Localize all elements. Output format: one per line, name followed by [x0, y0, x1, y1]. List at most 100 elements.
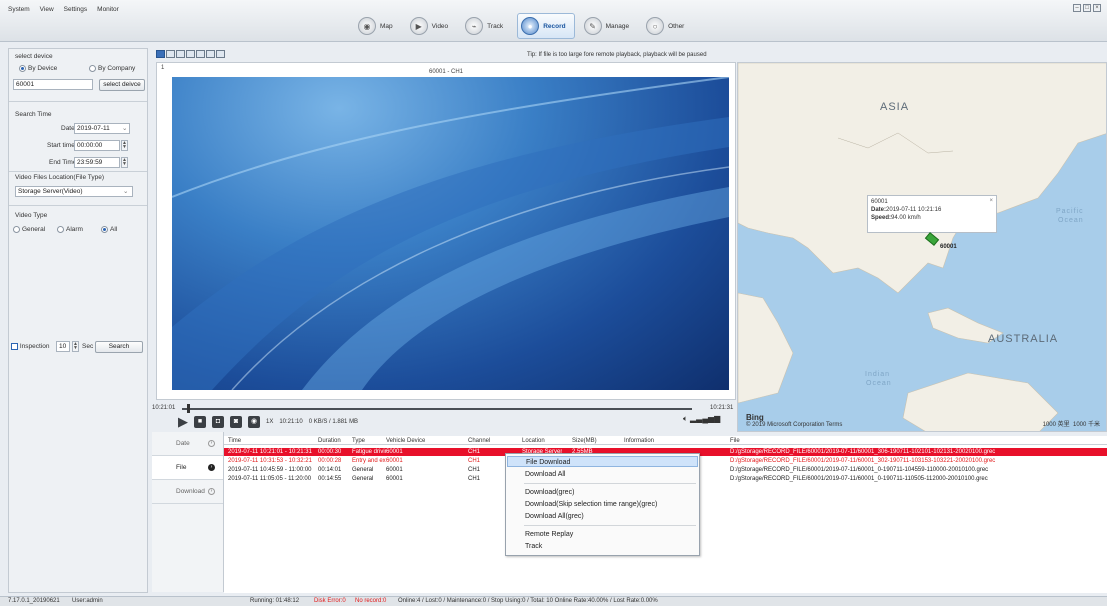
tab-date[interactable]: Date ›	[152, 432, 223, 456]
chevron-down-icon[interactable]: ⌄	[122, 124, 127, 132]
cell-time: 2019-07-11 11:05:05 - 11:20:00	[228, 476, 312, 482]
snapshot-icon[interactable]: ◉	[248, 416, 260, 428]
file-location-select[interactable]: Storage Server(Video)	[15, 186, 133, 197]
menu-item-download-grec[interactable]: Download(grec)	[507, 487, 698, 498]
cell-time: 2019-07-11 10:21:01 - 10:21:31	[228, 449, 312, 455]
fullscreen-icon[interactable]	[216, 50, 225, 58]
end-time-stepper[interactable]: ▲ ▼	[121, 157, 128, 168]
stop-icon[interactable]: ■	[194, 416, 206, 428]
maximize-icon[interactable]: □	[1083, 4, 1091, 12]
map-scale: 1000 英里 1000 千米	[1043, 419, 1100, 428]
popup-speed-label: Speed:	[871, 215, 892, 221]
video-icon: ▶	[409, 17, 428, 35]
map-copyright[interactable]: © 2019 Microsoft Corporation Terms	[746, 422, 842, 428]
menu-system[interactable]: System	[8, 6, 30, 13]
cell-time: 2019-07-11 10:31:53 - 10:32:21	[228, 458, 312, 464]
menu-item-track[interactable]: Track	[507, 541, 698, 552]
header-type[interactable]: Type	[352, 437, 365, 445]
cell-type: General	[352, 476, 374, 482]
menu-item-file-download[interactable]: File Download	[507, 456, 698, 467]
device-field[interactable]: 60001	[13, 79, 93, 90]
divider	[9, 171, 147, 172]
start-time-label: Start time	[47, 142, 75, 149]
menu-item-download-all[interactable]: Download All	[507, 469, 698, 480]
close-icon[interactable]: ×	[989, 197, 993, 205]
header-time[interactable]: Time	[228, 437, 241, 445]
type-alarm-radio[interactable]: Alarm	[57, 226, 83, 233]
start-time-readout: 10:21:01	[152, 405, 176, 411]
chevron-right-icon: ›	[208, 464, 215, 471]
video-screen[interactable]	[172, 77, 729, 390]
menu-item-download-all-grec[interactable]: Download All(grec)	[507, 511, 698, 522]
by-device-radio[interactable]: By Device	[19, 65, 57, 72]
select-device-button[interactable]: select deivce	[99, 79, 145, 91]
type-general-radio[interactable]: General	[13, 226, 45, 233]
cell-vehicle: 60001	[386, 449, 403, 455]
popup-date-label: Date:	[871, 207, 887, 213]
layout-8-icon[interactable]	[186, 50, 195, 58]
layout-16-icon[interactable]	[206, 50, 215, 58]
start-time-stepper[interactable]: ▲ ▼	[121, 140, 128, 151]
cell-duration: 00:14:55	[318, 476, 342, 482]
tab-date-label: Date	[176, 440, 190, 447]
menu-view[interactable]: View	[40, 6, 54, 13]
tab-video[interactable]: ▶ Video	[407, 13, 457, 39]
popup-date: 2019-07-11 10:21:16	[886, 207, 942, 213]
end-time-field[interactable]: 23:59:59	[74, 157, 120, 168]
tab-track[interactable]: ⌁ Track	[462, 13, 511, 39]
header-information[interactable]: Information	[624, 437, 654, 445]
header-location[interactable]: Location	[522, 437, 545, 445]
tab-other[interactable]: ○ Other	[643, 13, 692, 39]
inspection-field[interactable]: 10	[56, 341, 70, 352]
tab-file[interactable]: File ›	[152, 456, 223, 480]
type-all-radio[interactable]: All	[101, 226, 117, 233]
end-time-readout: 10:21:31	[710, 405, 734, 411]
tab-map[interactable]: ◉ Map	[355, 13, 401, 39]
header-channel[interactable]: Channel	[468, 437, 490, 445]
menu-separator	[524, 525, 696, 526]
select-device-heading: select device	[15, 53, 53, 60]
map-label-indian: Indian	[865, 371, 891, 378]
header-duration[interactable]: Duration	[318, 437, 341, 445]
by-company-label: By Company	[98, 65, 136, 73]
scale-miles: 1000 英里	[1042, 422, 1070, 428]
slow-icon[interactable]: ◙	[230, 416, 242, 428]
layout-4-icon[interactable]	[166, 50, 175, 58]
chevron-right-icon: ›	[208, 440, 215, 447]
frame-step-icon[interactable]: ◘	[212, 416, 224, 428]
tab-record[interactable]: ● Record	[517, 13, 575, 39]
search-button[interactable]: Search	[95, 341, 143, 353]
inspection-stepper[interactable]: ▲ ▼	[72, 341, 79, 352]
play-icon[interactable]: ▶	[178, 414, 188, 430]
tab-download[interactable]: Download ›	[152, 480, 223, 504]
inspection-checkbox[interactable]: Inspection	[11, 343, 49, 350]
layout-1-icon[interactable]	[156, 50, 165, 58]
volume-icon[interactable]: 🔈︎ ▂▃▄▅▆	[683, 414, 720, 424]
menu-item-download-skip-range[interactable]: Download(Skip selection time range)(grec…	[507, 499, 698, 510]
map-view[interactable]: ASIA AUSTRALIA Pacific Ocean Indian Ocea…	[737, 62, 1107, 432]
by-company-radio[interactable]: By Company	[89, 65, 135, 72]
menu-monitor[interactable]: Monitor	[97, 6, 119, 13]
speed-label[interactable]: 1X	[266, 419, 273, 425]
close-icon[interactable]: ×	[1093, 4, 1101, 12]
chevron-down-icon[interactable]: ⌄	[123, 187, 128, 195]
cell-file: D:/gStorage/RECORD_FILE/60001/2019-07-11…	[730, 458, 996, 464]
start-time-field[interactable]: 00:00:00	[74, 140, 120, 151]
tab-manage-label: Manage	[605, 22, 630, 30]
user-label: User:admin	[72, 598, 103, 604]
seek-handle[interactable]	[187, 404, 191, 413]
layout-6-icon[interactable]	[176, 50, 185, 58]
top-toolbar: System View Settings Monitor ◉ Map ▶ Video…	[0, 0, 1107, 42]
menu-item-remote-replay[interactable]: Remote Replay	[507, 529, 698, 540]
tab-manage[interactable]: ✎ Manage	[581, 13, 638, 39]
menu-settings[interactable]: Settings	[64, 6, 88, 13]
layout-9-icon[interactable]	[196, 50, 205, 58]
header-size[interactable]: Size(MB)	[572, 437, 597, 445]
minimize-icon[interactable]: –	[1073, 4, 1081, 12]
header-vehicle-device[interactable]: Vehicle Device	[386, 437, 425, 445]
cell-channel: CH1	[468, 458, 481, 464]
seek-slider[interactable]	[182, 408, 692, 410]
online-summary: Online:4 / Lost:0 / Maintenance:0 / Stop…	[398, 598, 658, 604]
header-file[interactable]: File	[730, 437, 740, 445]
search-panel: select device By Device By Company 60001…	[8, 48, 148, 593]
